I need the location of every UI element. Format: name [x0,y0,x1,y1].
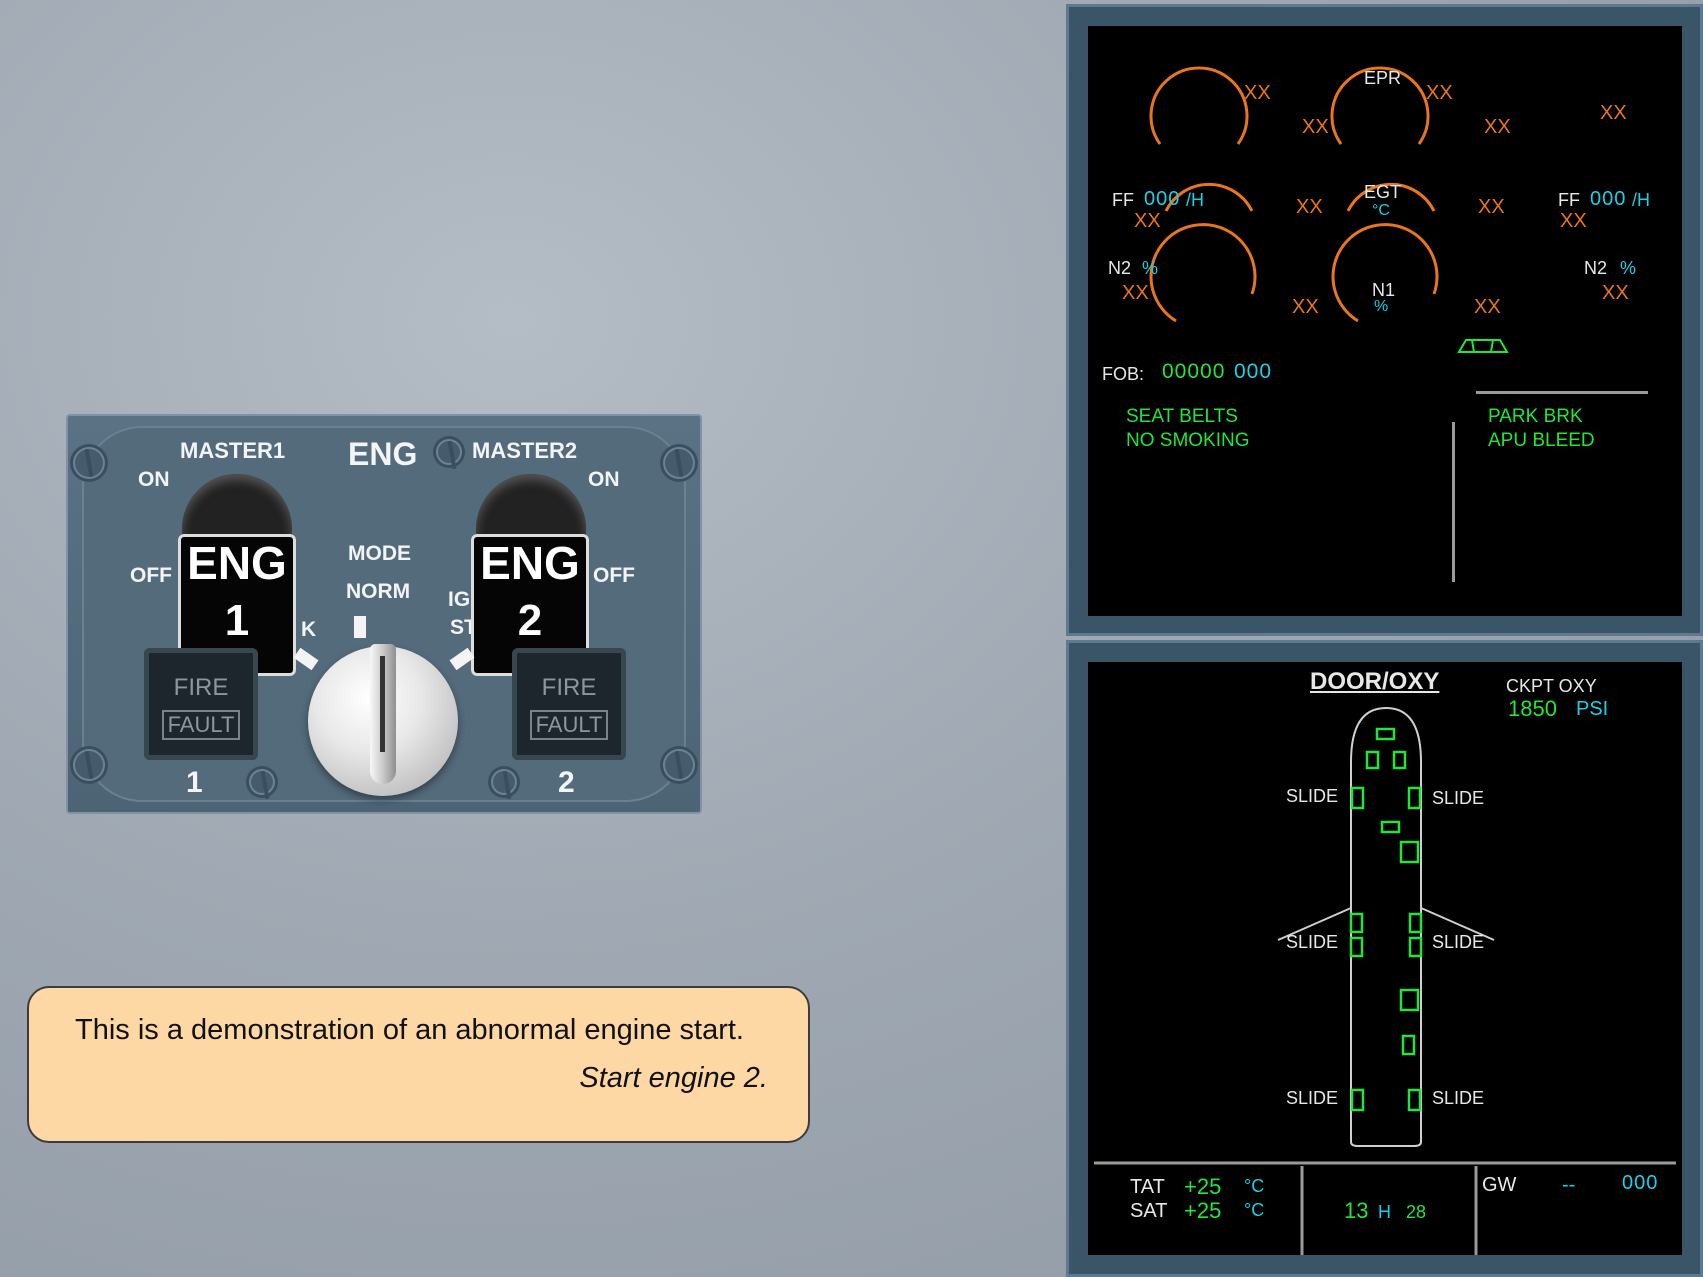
screw-icon [488,766,520,798]
screw-icon [246,766,278,798]
egt-unit: °C [1372,202,1390,219]
message-line2: Start engine 2. [579,1062,768,1094]
ff1-value: XX [1134,210,1161,232]
mode-label: MODE [348,542,411,565]
ff2-label: FF [1558,190,1580,210]
n2-1-label: N2 [1108,258,1132,278]
door-indicators [1349,727,1423,1112]
ff2-unit: /H [1632,190,1650,210]
n2-2-label: N2 [1584,258,1608,278]
n1-1-value: XX [1292,296,1319,318]
slide-label-fwd-right: SLIDE [1432,788,1485,808]
utc-minutes: 28 [1406,1202,1427,1222]
tat-value: +25 [1184,1174,1222,1199]
memo-park-brk: PARK BRK [1488,406,1583,427]
tat-label: TAT [1130,1176,1165,1198]
epr2-value: XX [1426,82,1453,104]
ff1-label: FF [1112,190,1134,210]
ff2-value: XX [1560,210,1587,232]
gw-dash: -- [1562,1174,1576,1196]
gw-value: 000 [1622,1172,1659,1194]
slide-label-mid-right: SLIDE [1432,932,1485,952]
ff2-value-boxes: 000 [1590,188,1627,210]
bleed-indicator [1457,339,1509,353]
memo-seat-belts: SEAT BELTS [1126,406,1238,427]
eng1-number: 1 [186,766,203,799]
screw-icon [660,444,698,482]
memo-apu-bleed: APU BLEED [1488,430,1595,451]
screw-icon [70,746,108,784]
instruction-message-box: This is a demonstration of an abnormal e… [27,986,810,1143]
n2-2-unit: % [1620,258,1637,278]
slide-label-aft-left: SLIDE [1286,1088,1339,1108]
n1-unit: % [1374,298,1389,315]
ff1-value-boxes: 000 [1144,188,1181,210]
mode-tick-norm [354,616,366,638]
system-display: DOOR/OXY CKPT OXY 1850 PSI SLIDE SLIDE S… [1088,662,1682,1255]
gw-label: GW [1482,1174,1517,1196]
crank-label: K [301,618,317,641]
norm-label: NORM [346,580,411,603]
screw-icon [70,444,108,482]
screw-icon [433,436,465,468]
tat-unit: °C [1244,1176,1265,1196]
epr1-value-2: XX [1302,116,1329,138]
fuselage-outline [1277,706,1495,1147]
memo-divider [1452,422,1455,582]
master2-label: MASTER2 [472,438,578,463]
epr1-gauge-arc [1149,66,1249,145]
utc-hours: 13 [1344,1198,1369,1223]
knob-indicator-line [380,656,385,752]
on-label-right: ON [588,468,620,491]
n2-1-value: XX [1122,282,1149,304]
n2-2-value: XX [1602,282,1629,304]
egt2-value: XX [1478,196,1505,218]
utc-separator: H [1378,1202,1391,1222]
engine-warning-display: EPR XX XX XX XX XX EGT °C XX XX FF 000 /… [1088,26,1682,616]
master1-label: MASTER1 [180,438,286,463]
epr-label: EPR [1364,68,1402,88]
ff1-unit: /H [1186,190,1204,210]
ign-label: IG [448,588,471,611]
slide-label-mid-left: SLIDE [1286,932,1339,952]
memo-separator-right [1476,391,1648,394]
eng2-fault-label: FAULT [530,710,608,740]
aircraft-door-diagram [1094,706,1676,1255]
n1-2-value: XX [1474,296,1501,318]
eng2-fire-fault-indicator: FIRE FAULT [512,648,626,760]
off-label-left: OFF [130,564,172,587]
slide-label-aft-right: SLIDE [1432,1088,1485,1108]
eng2-fire-label: FIRE [541,674,597,701]
egt-label: EGT [1364,182,1402,202]
n1-1-gauge-arc [1149,223,1257,323]
eng2-number: 2 [558,766,575,799]
eng1-switch-number: 1 [224,596,250,645]
engine-master-panel: MASTER1 ENG MASTER2 ON ON OFF OFF MODE N… [66,414,702,814]
fob-value: 00000 [1162,360,1226,383]
sat-label: SAT [1130,1200,1168,1222]
eng1-fire-label: FIRE [173,674,229,701]
eng1-fire-fault-indicator: FIRE FAULT [144,648,258,760]
message-line1: This is a demonstration of an abnormal e… [75,1014,744,1046]
engine-mode-selector-knob[interactable] [308,644,458,796]
eng1-fault-label: FAULT [162,710,240,740]
fob-unit: 000 [1234,360,1273,383]
eng2-switch-number: 2 [517,596,543,645]
sat-unit: °C [1244,1200,1265,1220]
slide-label-fwd-left: SLIDE [1286,786,1339,806]
eng1-switch-label: ENG [187,537,287,589]
eng2-switch-label: ENG [480,537,580,589]
memo-no-smoking: NO SMOKING [1126,430,1250,451]
egt1-value: XX [1296,196,1323,218]
right-xx-value: XX [1600,102,1627,124]
epr1-value: XX [1244,82,1271,104]
off-label-right: OFF [593,564,635,587]
epr2-value-2: XX [1484,116,1511,138]
screw-icon [660,746,698,784]
n2-1-unit: % [1142,258,1159,278]
on-label-left: ON [138,468,170,491]
panel-title: ENG [348,436,418,472]
fob-label: FOB: [1102,364,1145,384]
sat-value: +25 [1184,1198,1222,1223]
